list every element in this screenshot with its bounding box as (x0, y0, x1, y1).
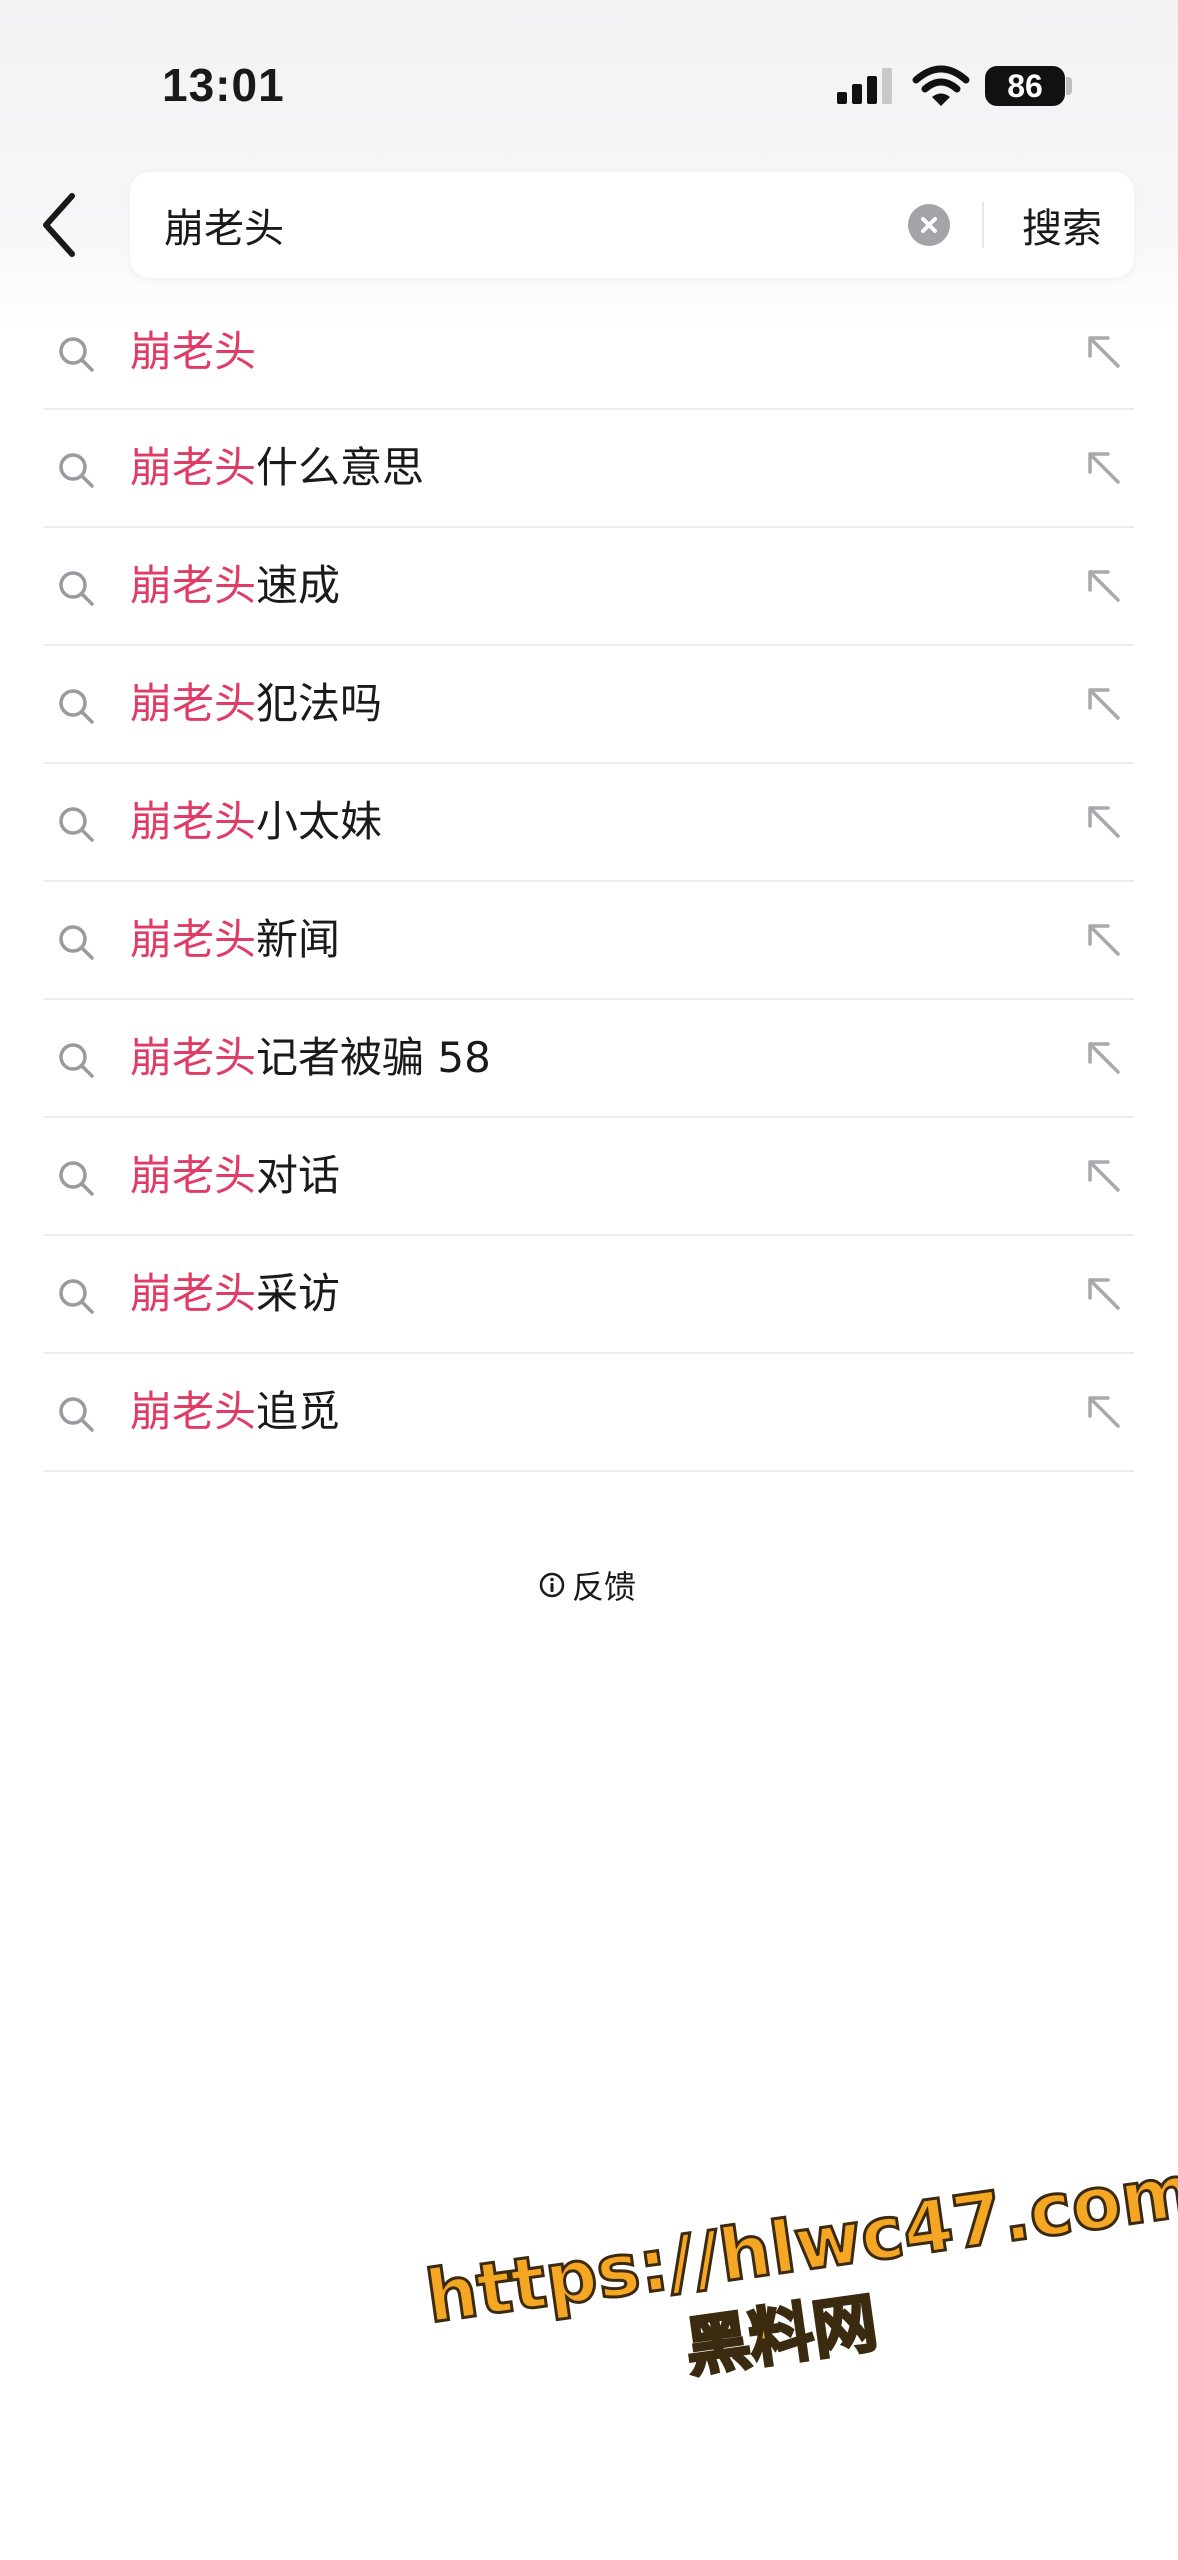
suggestion-highlight: 崩老头 (130, 1151, 257, 1200)
search-icon (59, 689, 94, 724)
suggestion-rest: 速成 (256, 561, 341, 610)
info-icon (539, 1572, 565, 1598)
suggestion-rest: 小太妹 (256, 797, 383, 846)
search-icon (59, 337, 94, 372)
top-background (0, 0, 1178, 330)
suggestion-rest: 追觅 (256, 1387, 341, 1436)
close-icon (921, 217, 937, 233)
search-divider (982, 202, 984, 248)
suggestion-rest: 什么意思 (256, 443, 425, 492)
fill-query-arrow-icon[interactable] (1084, 920, 1122, 958)
suggestion-highlight: 崩老头 (130, 1269, 257, 1318)
suggestion-highlight: 崩老头 (130, 679, 257, 728)
suggestion-item[interactable]: 崩老头小太妹 (44, 764, 1134, 882)
suggestion-item[interactable]: 崩老头犯法吗 (44, 646, 1134, 764)
suggestion-item[interactable]: 崩老头速成 (44, 528, 1134, 646)
suggestion-text: 崩老头新闻 (130, 912, 340, 968)
suggestion-item[interactable]: 崩老头采访 (44, 1236, 1134, 1354)
fill-query-arrow-icon[interactable] (1084, 448, 1122, 486)
search-icon (59, 453, 94, 488)
suggestion-highlight: 崩老头 (130, 797, 257, 846)
suggestion-highlight: 崩老头 (130, 915, 257, 964)
search-icon (59, 925, 94, 960)
search-button[interactable]: 搜索 (1002, 194, 1122, 256)
battery-indicator: 86 (985, 66, 1065, 106)
feedback-label: 反馈 (572, 1568, 637, 1606)
suggestion-rest: 新闻 (256, 915, 341, 964)
suggestion-highlight: 崩老头 (130, 561, 257, 610)
suggestion-rest: 记者被骗 58 (256, 1033, 491, 1082)
suggestion-highlight: 崩老头 (130, 443, 257, 492)
suggestion-item[interactable]: 崩老头什么意思 (44, 410, 1134, 528)
suggestion-item[interactable]: 崩老头对话 (44, 1118, 1134, 1236)
fill-query-arrow-icon[interactable] (1084, 1038, 1122, 1076)
status-time: 13:01 (162, 59, 285, 111)
suggestion-highlight: 崩老头 (130, 1033, 257, 1082)
fill-query-arrow-icon[interactable] (1084, 1274, 1122, 1312)
suggestion-text: 崩老头犯法吗 (130, 676, 382, 732)
search-icon (59, 1397, 94, 1432)
suggestion-text: 崩老头小太妹 (130, 794, 382, 850)
fill-query-arrow-icon[interactable] (1084, 566, 1122, 604)
suggestion-text: 崩老头 (130, 324, 256, 380)
search-icon (59, 1161, 94, 1196)
battery-cap (1066, 77, 1072, 95)
search-input[interactable] (164, 194, 884, 256)
suggestion-text: 崩老头什么意思 (130, 440, 424, 496)
fill-query-arrow-icon[interactable] (1084, 684, 1122, 722)
clear-search-button[interactable] (908, 204, 950, 246)
suggestion-text: 崩老头采访 (130, 1266, 340, 1322)
suggestion-text: 崩老头速成 (130, 558, 340, 614)
suggestion-list: 崩老头 崩老头什么意思 崩老头速成 崩老头犯法吗 崩老头小太妹 崩老头新闻 崩老… (44, 294, 1134, 1472)
suggestion-text: 崩老头对话 (130, 1148, 340, 1204)
suggestion-text: 崩老头追觅 (130, 1384, 340, 1440)
suggestion-item[interactable]: 崩老头记者被骗 58 (44, 1000, 1134, 1118)
suggestion-highlight: 崩老头 (130, 327, 257, 376)
suggestion-rest: 对话 (256, 1151, 341, 1200)
watermark: https://hlwc47.com 黑料网 (419, 2146, 1178, 2508)
fill-query-arrow-icon[interactable] (1084, 332, 1122, 370)
suggestion-highlight: 崩老头 (130, 1387, 257, 1436)
search-icon (59, 1279, 94, 1314)
wifi-icon (912, 65, 970, 106)
fill-query-arrow-icon[interactable] (1084, 1156, 1122, 1194)
search-icon (59, 807, 94, 842)
cellular-signal-icon (837, 68, 892, 104)
suggestion-item[interactable]: 崩老头新闻 (44, 882, 1134, 1000)
search-icon (59, 571, 94, 606)
back-arrow-icon[interactable] (36, 190, 92, 260)
suggestion-rest: 采访 (256, 1269, 341, 1318)
suggestion-item[interactable]: 崩老头追觅 (44, 1354, 1134, 1472)
suggestion-rest: 犯法吗 (256, 679, 383, 728)
search-bar: 搜索 (130, 172, 1134, 278)
suggestion-text: 崩老头记者被骗 58 (130, 1030, 491, 1086)
search-icon (59, 1043, 94, 1078)
suggestion-item[interactable]: 崩老头 (44, 294, 1134, 410)
fill-query-arrow-icon[interactable] (1084, 1392, 1122, 1430)
fill-query-arrow-icon[interactable] (1084, 802, 1122, 840)
feedback-button[interactable]: 反馈 (538, 1562, 636, 1608)
